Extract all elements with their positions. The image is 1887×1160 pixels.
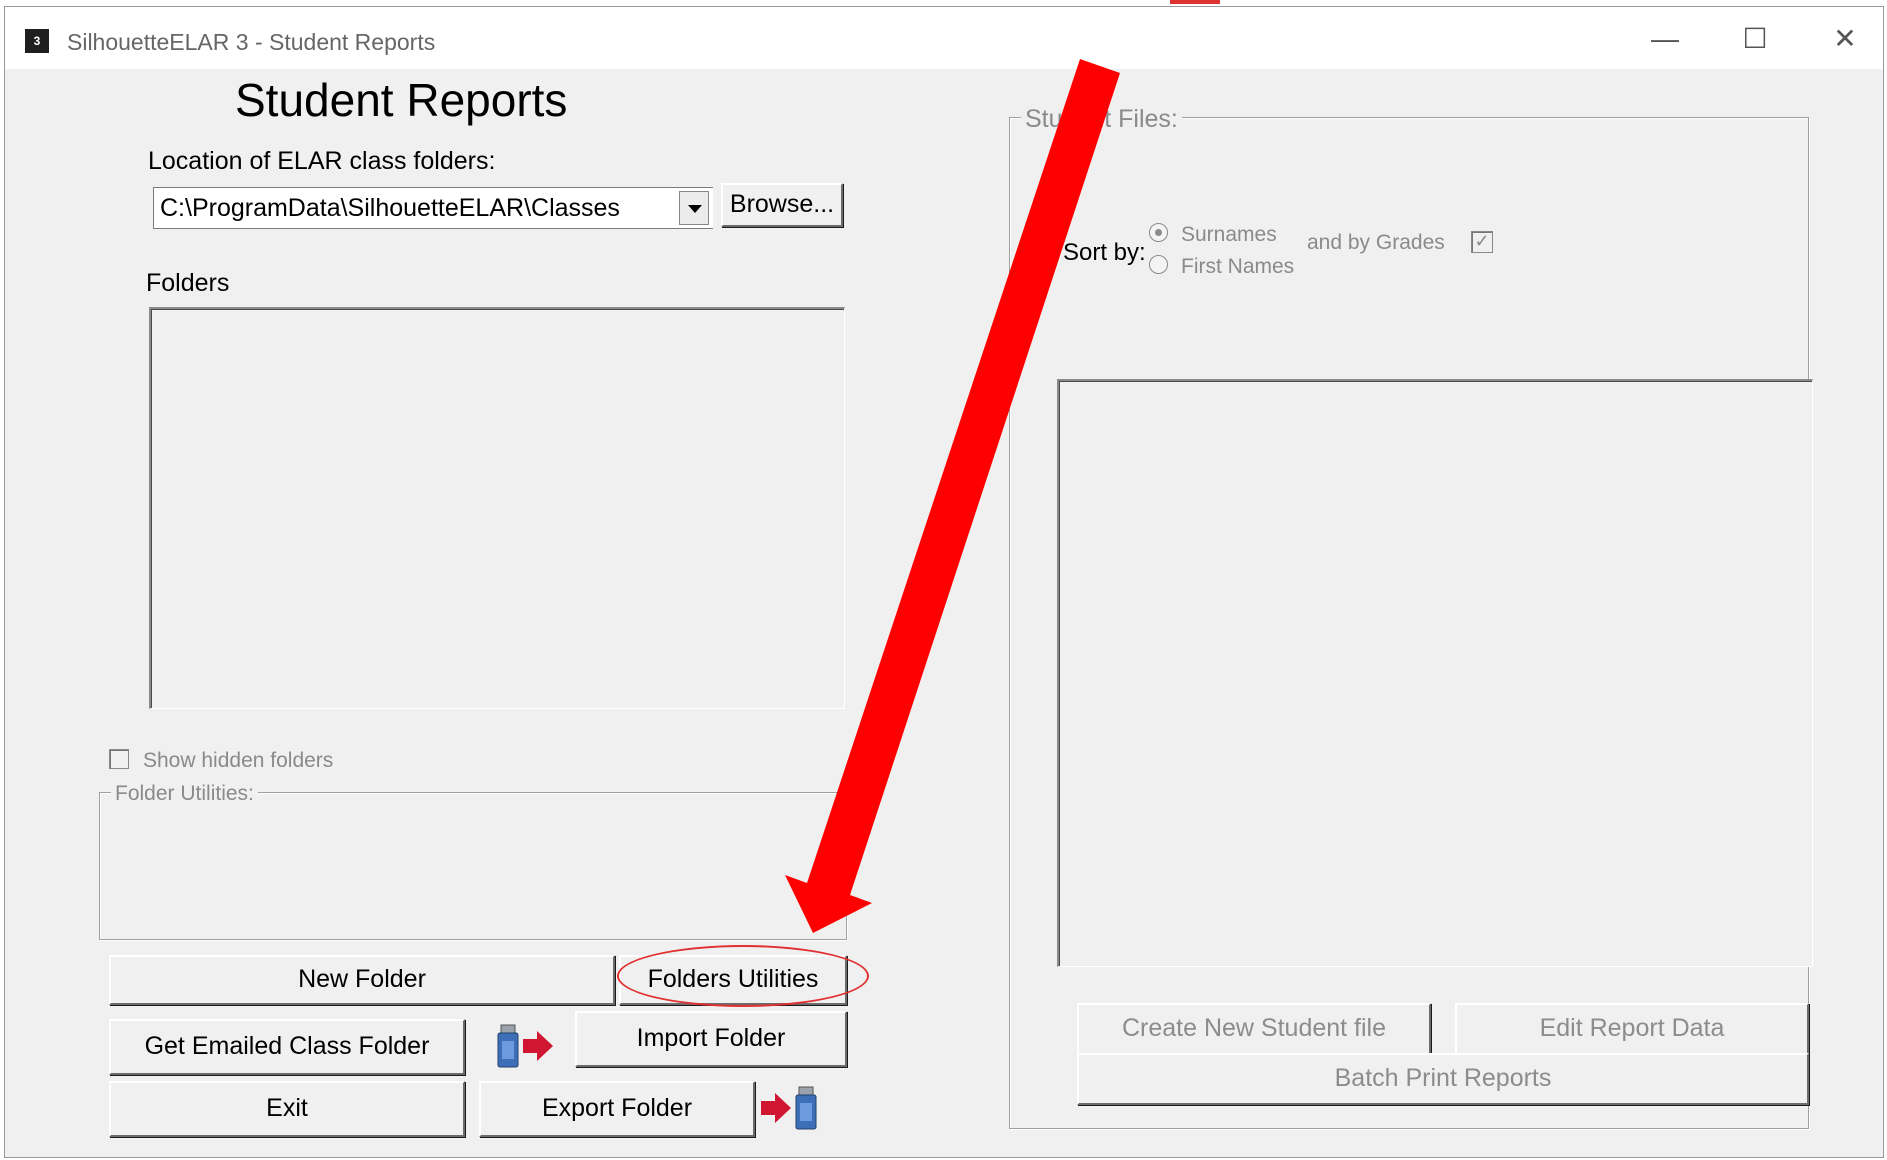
app-window: 3 SilhouetteELAR 3 - Student Reports — ☐…	[4, 6, 1884, 1158]
top-edge-mark	[1170, 0, 1220, 4]
red-arrow-annotation	[785, 59, 1120, 933]
